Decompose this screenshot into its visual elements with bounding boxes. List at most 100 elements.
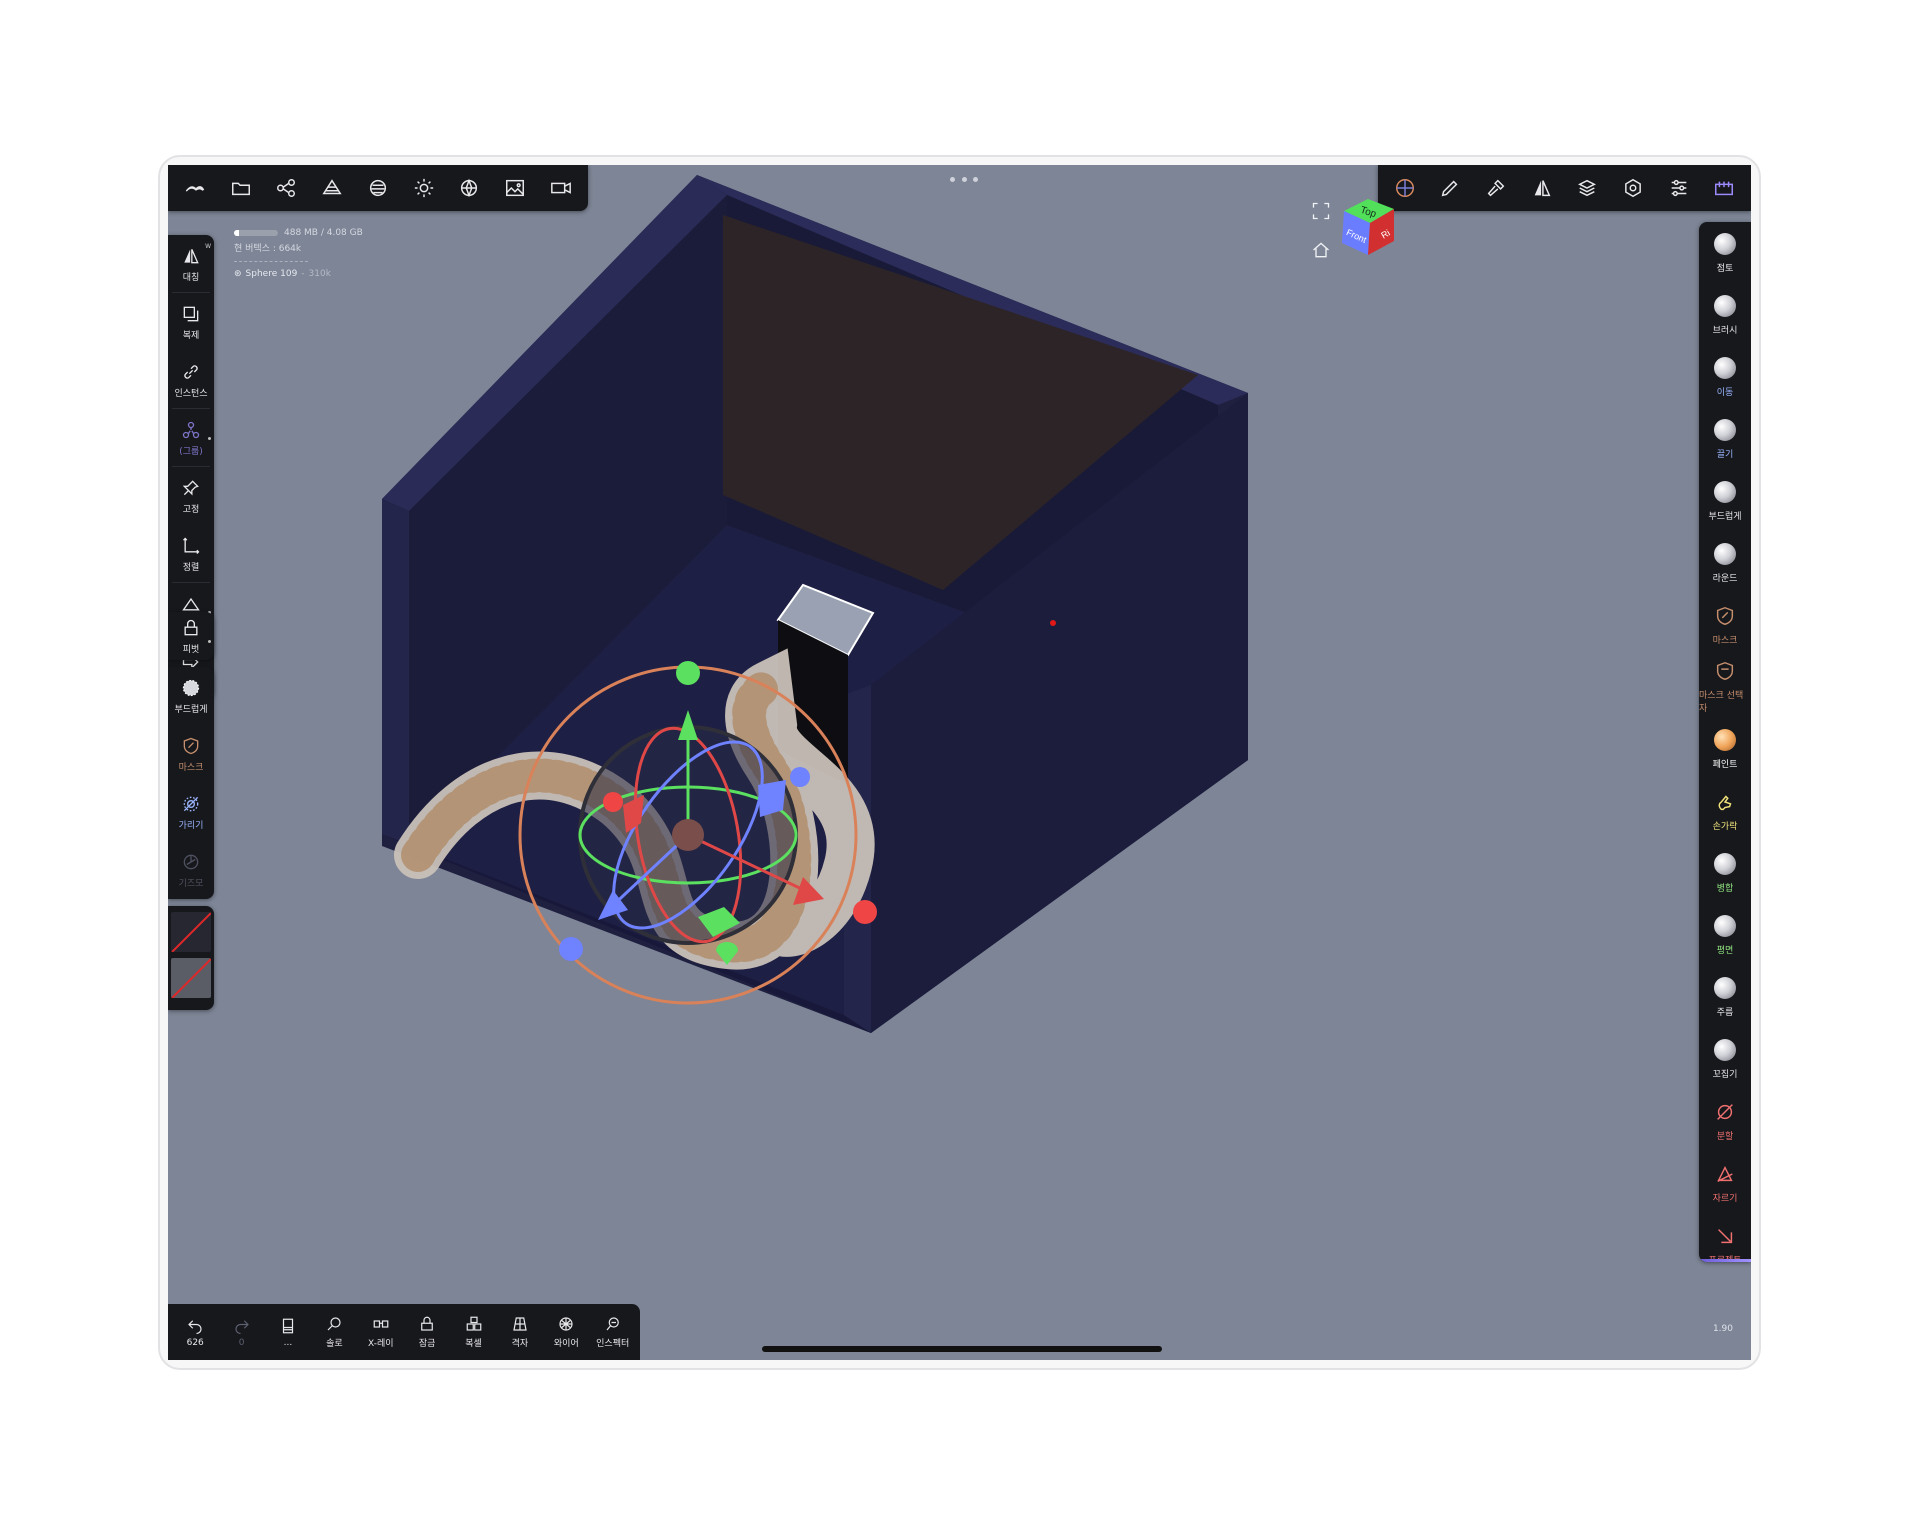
scene-info: 488 MB / 4.08 GB 현 버텍스 : 664k ⊛ Sphere 1…: [234, 225, 363, 282]
solo-button[interactable]: 솔로: [311, 1315, 357, 1349]
tool-merge[interactable]: 병합: [1699, 842, 1751, 904]
tool-flatten[interactable]: 평면: [1699, 904, 1751, 966]
tool-crease[interactable]: 주름: [1699, 966, 1751, 1028]
folder-icon[interactable]: [223, 170, 259, 206]
home-icon[interactable]: [1311, 240, 1331, 264]
material-icon[interactable]: [360, 170, 396, 206]
wireframe-button[interactable]: 와이어: [543, 1315, 589, 1349]
background-icon[interactable]: [497, 170, 533, 206]
fullscreen-icon[interactable]: [1311, 201, 1331, 225]
inspector-button[interactable]: 인스펙터: [590, 1315, 636, 1349]
flatten-icon: [1714, 914, 1736, 937]
history-button[interactable]: ...: [265, 1317, 311, 1348]
tool-hide[interactable]: 가리기: [168, 783, 214, 841]
tool-round[interactable]: 라운드: [1699, 532, 1751, 594]
active-object-name: Sphere 109: [245, 269, 298, 279]
red-marker: [1050, 620, 1056, 626]
memory-usage: 488 MB / 4.08 GB: [234, 225, 363, 241]
left-toolbar-pivot: 피벗: [168, 612, 214, 660]
angle-snap-icon: [182, 597, 200, 610]
search-icon: [327, 1317, 341, 1331]
settings-icon[interactable]: [1615, 170, 1651, 206]
tool-brush[interactable]: 브러시: [1699, 284, 1751, 346]
tool-move[interactable]: 이동: [1699, 346, 1751, 408]
mesh-icon: ⊛: [234, 269, 242, 279]
tool-instance[interactable]: 인스턴스: [168, 351, 214, 409]
round-icon: [1714, 542, 1736, 565]
tool-gizmo[interactable]: 기즈모: [168, 841, 214, 899]
voxel-icon: [466, 1316, 481, 1331]
tool-drag[interactable]: 끌기: [1699, 408, 1751, 470]
mask-shield-icon: [1716, 606, 1734, 625]
redo-button[interactable]: 0: [219, 1317, 265, 1348]
nomad-logo-icon[interactable]: [177, 170, 213, 206]
undo-button[interactable]: 626: [172, 1317, 218, 1348]
crease-icon: [1714, 976, 1736, 999]
interface-icon[interactable]: [1706, 170, 1742, 206]
lock-button[interactable]: 잠금: [404, 1315, 450, 1349]
camera-icon[interactable]: [543, 170, 579, 206]
meshes-icon[interactable]: [314, 170, 350, 206]
sliders-icon[interactable]: [1661, 170, 1697, 206]
tool-mask[interactable]: 마스크: [168, 725, 214, 783]
tool-smooth[interactable]: 부드럽게: [168, 667, 214, 725]
view-cube[interactable]: Top Front Ri: [1336, 195, 1400, 259]
paint-icon: [1714, 728, 1736, 751]
layers-icon[interactable]: [1569, 170, 1605, 206]
tool-pinch[interactable]: 꼬집기: [1699, 1028, 1751, 1090]
glasses-icon: [373, 1320, 389, 1328]
color-swatch-primary[interactable]: [171, 912, 211, 952]
drag-icon: [1714, 418, 1736, 441]
voxel-button[interactable]: 복셀: [451, 1315, 497, 1349]
tool-group[interactable]: (그룹): [168, 409, 214, 467]
tool-mask-selector[interactable]: 마스크 선택자: [1699, 656, 1751, 718]
left-toolbar-quick: 부드럽게 마스크 가리기 기즈모: [168, 667, 214, 899]
undo-icon: [188, 1319, 202, 1334]
memory-text: 488 MB / 4.08 GB: [284, 228, 363, 238]
tool-align[interactable]: 정렬: [168, 525, 214, 583]
mask-selector-icon: [1716, 661, 1734, 681]
grid-button[interactable]: 격자: [497, 1315, 543, 1349]
app-screen: 488 MB / 4.08 GB 현 버텍스 : 664k ⊛ Sphere 1…: [168, 165, 1751, 1360]
group-icon: [182, 421, 200, 438]
hide-icon: [183, 796, 199, 811]
tool-finger[interactable]: 손가락: [1699, 780, 1751, 842]
inspector-icon: [606, 1317, 619, 1331]
lock-icon: [421, 1316, 433, 1331]
color-swatch-secondary[interactable]: [171, 958, 211, 998]
tool-paint[interactable]: 페인트: [1699, 718, 1751, 780]
tool-clone[interactable]: 복제: [168, 293, 214, 351]
xray-button[interactable]: X-레이: [358, 1315, 404, 1349]
clay-icon: [1714, 232, 1736, 255]
postprocess-icon[interactable]: [451, 170, 487, 206]
pinch-icon: [1714, 1038, 1736, 1061]
scene-graph-icon[interactable]: [268, 170, 304, 206]
top-right-toolbar: [1378, 165, 1751, 211]
tool-symmetry[interactable]: W 대칭: [168, 235, 214, 293]
mask-icon: [183, 737, 199, 754]
tool-project[interactable]: 프로젝트: [1699, 1214, 1751, 1262]
tool-clay[interactable]: 점토: [1699, 222, 1751, 284]
tool-smooth-right[interactable]: 부드럽게: [1699, 470, 1751, 532]
lock-icon: [184, 619, 198, 635]
tool-trim[interactable]: 자르기: [1699, 1152, 1751, 1214]
pin-icon: [182, 479, 199, 495]
merge-icon: [1714, 852, 1736, 875]
brush-icon[interactable]: [1432, 170, 1468, 206]
right-toolbar-sculpt: 점토 브러시 이동 끌기 부드럽게 라운드 마스크 마스크 선택자 페인트 손가…: [1699, 222, 1751, 1262]
tool-pivot[interactable]: 피벗: [168, 612, 214, 660]
tool-split[interactable]: 분할: [1699, 1090, 1751, 1152]
symmetry-icon[interactable]: [1524, 170, 1560, 206]
tool-mask-right[interactable]: 마스크: [1699, 594, 1751, 656]
redo-icon: [234, 1319, 249, 1334]
active-object[interactable]: ⊛ Sphere 109 - 310k: [234, 266, 363, 282]
memory-bar: [234, 230, 278, 236]
clone-icon: [183, 306, 199, 321]
tool-pin[interactable]: 고정: [168, 467, 214, 525]
3d-viewport[interactable]: [168, 165, 1751, 1360]
home-indicator[interactable]: [762, 1346, 1162, 1352]
room-left-edge: [382, 499, 409, 846]
window-grabber[interactable]: [950, 177, 978, 183]
light-icon[interactable]: [406, 170, 442, 206]
hammer-icon[interactable]: [1478, 170, 1514, 206]
